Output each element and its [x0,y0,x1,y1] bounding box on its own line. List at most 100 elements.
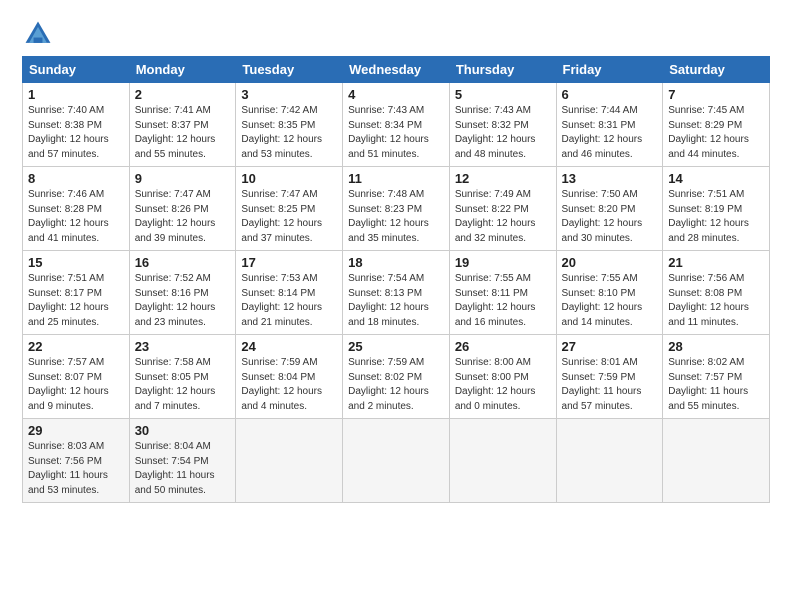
day-info: Sunrise: 8:03 AM Sunset: 7:56 PM Dayligh… [28,440,124,498]
week-row-5: 29 Sunrise: 8:03 AM Sunset: 7:56 PM Dayli… [23,419,770,503]
weekday-header-wednesday: Wednesday [343,57,450,83]
calendar-cell: 24 Sunrise: 7:59 AM Sunset: 8:04 PM Dayli… [236,335,343,419]
calendar-cell: 21Sunrise: 7:56 AM Sunset: 8:08 PM Dayli… [663,251,770,335]
day-info: Sunrise: 7:42 AM Sunset: 8:35 PM Dayligh… [241,104,337,162]
calendar-cell: 22 Sunrise: 7:57 AM Sunset: 8:07 PM Dayli… [23,335,130,419]
day-info: Sunrise: 7:47 AM Sunset: 8:25 PM Dayligh… [241,188,337,246]
day-number: 15 [28,255,124,270]
weekday-header-thursday: Thursday [449,57,556,83]
day-info: Sunrise: 8:02 AM Sunset: 7:57 PM Dayligh… [668,356,764,414]
day-number: 10 [241,171,337,186]
weekday-header-tuesday: Tuesday [236,57,343,83]
calendar-cell: 15 Sunrise: 7:51 AM Sunset: 8:17 PM Dayli… [23,251,130,335]
day-info: Sunrise: 7:53 AM Sunset: 8:14 PM Dayligh… [241,272,337,330]
day-info: Sunrise: 7:55 AM Sunset: 8:10 PM Dayligh… [562,272,658,330]
calendar-cell: 14 Sunrise: 7:51 AM Sunset: 8:19 PM Dayli… [663,167,770,251]
day-number: 1 [28,87,124,102]
day-info: Sunrise: 7:51 AM Sunset: 8:19 PM Dayligh… [668,188,764,246]
header [22,18,770,50]
calendar-cell: 2 Sunrise: 7:41 AM Sunset: 8:37 PM Daylig… [129,83,236,167]
day-number: 24 [241,339,337,354]
day-number: 16 [135,255,231,270]
day-number: 11 [348,171,444,186]
day-info: Sunrise: 7:57 AM Sunset: 8:07 PM Dayligh… [28,356,124,414]
calendar-cell: 10 Sunrise: 7:47 AM Sunset: 8:25 PM Dayli… [236,167,343,251]
calendar-cell: 25 Sunrise: 7:59 AM Sunset: 8:02 PM Dayli… [343,335,450,419]
day-number: 3 [241,87,337,102]
calendar-cell [343,419,450,503]
page: SundayMondayTuesdayWednesdayThursdayFrid… [0,0,792,612]
day-info: Sunrise: 7:54 AM Sunset: 8:13 PM Dayligh… [348,272,444,330]
day-number: 2 [135,87,231,102]
day-number: 17 [241,255,337,270]
day-info: Sunrise: 7:59 AM Sunset: 8:04 PM Dayligh… [241,356,337,414]
day-number: 19 [455,255,551,270]
calendar-cell: 19 Sunrise: 7:55 AM Sunset: 8:11 PM Dayli… [449,251,556,335]
calendar-cell: 11 Sunrise: 7:48 AM Sunset: 8:23 PM Dayli… [343,167,450,251]
day-info: Sunrise: 7:46 AM Sunset: 8:28 PM Dayligh… [28,188,124,246]
calendar-cell: 26 Sunrise: 8:00 AM Sunset: 8:00 PM Dayli… [449,335,556,419]
calendar-cell: 5Sunrise: 7:43 AM Sunset: 8:32 PM Daylig… [449,83,556,167]
day-info: Sunrise: 7:47 AM Sunset: 8:26 PM Dayligh… [135,188,231,246]
calendar-cell: 23Sunrise: 7:58 AM Sunset: 8:05 PM Dayli… [129,335,236,419]
weekday-header-saturday: Saturday [663,57,770,83]
logo [22,18,60,50]
day-info: Sunrise: 7:44 AM Sunset: 8:31 PM Dayligh… [562,104,658,162]
day-info: Sunrise: 7:43 AM Sunset: 8:34 PM Dayligh… [348,104,444,162]
calendar-cell: 27 Sunrise: 8:01 AM Sunset: 7:59 PM Dayli… [556,335,663,419]
day-number: 7 [668,87,764,102]
calendar-cell [663,419,770,503]
calendar-cell: 1 Sunrise: 7:40 AM Sunset: 8:38 PM Daylig… [23,83,130,167]
day-number: 18 [348,255,444,270]
calendar-cell: 20 Sunrise: 7:55 AM Sunset: 8:10 PM Dayli… [556,251,663,335]
day-number: 28 [668,339,764,354]
day-info: Sunrise: 7:52 AM Sunset: 8:16 PM Dayligh… [135,272,231,330]
day-number: 12 [455,171,551,186]
day-number: 9 [135,171,231,186]
day-info: Sunrise: 7:55 AM Sunset: 8:11 PM Dayligh… [455,272,551,330]
day-number: 6 [562,87,658,102]
day-info: Sunrise: 7:40 AM Sunset: 8:38 PM Dayligh… [28,104,124,162]
day-number: 26 [455,339,551,354]
day-number: 29 [28,423,124,438]
day-number: 27 [562,339,658,354]
day-info: Sunrise: 8:01 AM Sunset: 7:59 PM Dayligh… [562,356,658,414]
day-info: Sunrise: 8:00 AM Sunset: 8:00 PM Dayligh… [455,356,551,414]
week-row-4: 22 Sunrise: 7:57 AM Sunset: 8:07 PM Dayli… [23,335,770,419]
day-number: 30 [135,423,231,438]
day-number: 14 [668,171,764,186]
calendar-cell: 16 Sunrise: 7:52 AM Sunset: 8:16 PM Dayli… [129,251,236,335]
calendar-cell [449,419,556,503]
day-info: Sunrise: 7:50 AM Sunset: 8:20 PM Dayligh… [562,188,658,246]
calendar-cell: 3 Sunrise: 7:42 AM Sunset: 8:35 PM Daylig… [236,83,343,167]
weekday-header-sunday: Sunday [23,57,130,83]
logo-icon [22,18,54,50]
calendar-cell [556,419,663,503]
week-row-2: 8Sunrise: 7:46 AM Sunset: 8:28 PM Daylig… [23,167,770,251]
day-number: 5 [455,87,551,102]
day-number: 25 [348,339,444,354]
day-number: 4 [348,87,444,102]
calendar-cell: 8Sunrise: 7:46 AM Sunset: 8:28 PM Daylig… [23,167,130,251]
calendar-cell: 17 Sunrise: 7:53 AM Sunset: 8:14 PM Dayli… [236,251,343,335]
week-row-3: 15 Sunrise: 7:51 AM Sunset: 8:17 PM Dayli… [23,251,770,335]
calendar-cell: 4 Sunrise: 7:43 AM Sunset: 8:34 PM Daylig… [343,83,450,167]
day-info: Sunrise: 7:45 AM Sunset: 8:29 PM Dayligh… [668,104,764,162]
day-number: 13 [562,171,658,186]
weekday-header-friday: Friday [556,57,663,83]
day-info: Sunrise: 7:59 AM Sunset: 8:02 PM Dayligh… [348,356,444,414]
calendar-cell: 9 Sunrise: 7:47 AM Sunset: 8:26 PM Daylig… [129,167,236,251]
calendar: SundayMondayTuesdayWednesdayThursdayFrid… [22,56,770,503]
day-info: Sunrise: 7:51 AM Sunset: 8:17 PM Dayligh… [28,272,124,330]
day-info: Sunrise: 7:49 AM Sunset: 8:22 PM Dayligh… [455,188,551,246]
calendar-cell [236,419,343,503]
day-number: 22 [28,339,124,354]
weekday-header-row: SundayMondayTuesdayWednesdayThursdayFrid… [23,57,770,83]
calendar-cell: 30 Sunrise: 8:04 AM Sunset: 7:54 PM Dayli… [129,419,236,503]
day-number: 23 [135,339,231,354]
day-info: Sunrise: 8:04 AM Sunset: 7:54 PM Dayligh… [135,440,231,498]
day-info: Sunrise: 7:48 AM Sunset: 8:23 PM Dayligh… [348,188,444,246]
day-info: Sunrise: 7:41 AM Sunset: 8:37 PM Dayligh… [135,104,231,162]
weekday-header-monday: Monday [129,57,236,83]
day-number: 20 [562,255,658,270]
